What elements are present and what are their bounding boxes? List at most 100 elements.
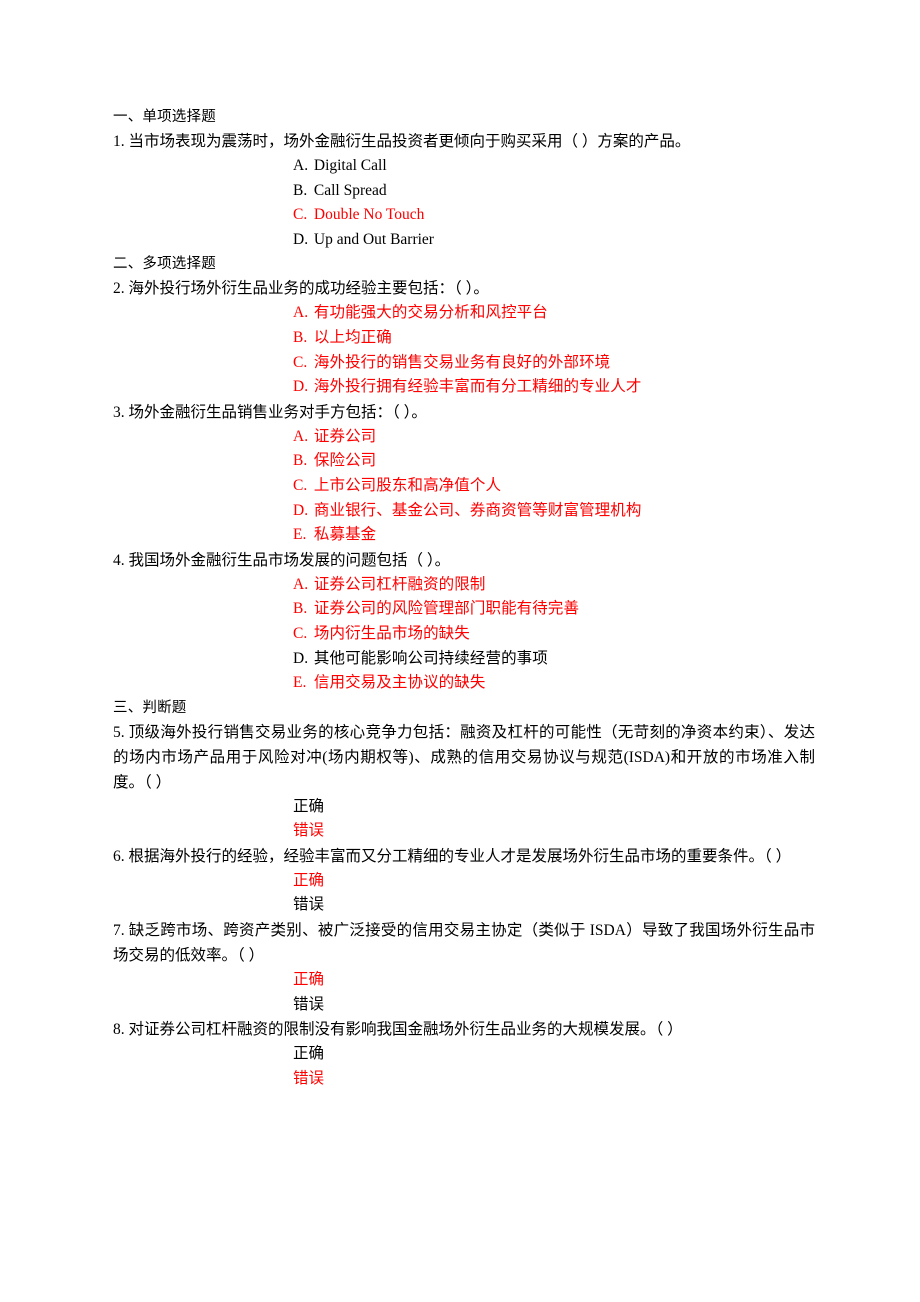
option-list: A. 证券公司 B. 保险公司 C. 上市公司股东和高净值个人 D. 商业银行、基金公… bbox=[113, 425, 815, 548]
option-letter: E. bbox=[293, 526, 307, 544]
option-letter: D. bbox=[293, 378, 309, 396]
option-text: Call Spread bbox=[313, 181, 387, 199]
option-letter: A. bbox=[293, 304, 309, 322]
exam-content: 一、单项选择题 1. 当市场表现为震荡时，场外金融衍生品投资者更倾向于购买采用（ … bbox=[113, 105, 815, 1091]
question-number: 1. bbox=[113, 133, 125, 150]
answer-option[interactable]: C. Double No Touch bbox=[293, 203, 815, 228]
question-number: 3. bbox=[113, 403, 125, 421]
answer-option[interactable]: A. 证券公司 bbox=[293, 425, 815, 450]
option-text: 证券公司 bbox=[313, 427, 377, 445]
question-text: 根据海外投行的经验，经验丰富而又分工精细的专业人才是发展场外衍生品市场的重要条件… bbox=[128, 847, 792, 865]
question-stem: 8. 对证券公司杠杆融资的限制没有影响我国金融场外衍生品业务的大规模发展。（ ） bbox=[113, 1017, 815, 1042]
true-false-option[interactable]: 正确 bbox=[293, 795, 815, 820]
answer-option[interactable]: C. 上市公司股东和高净值个人 bbox=[293, 474, 815, 499]
option-text: 正确 bbox=[293, 797, 325, 815]
question-stem: 2. 海外投行场外衍生品业务的成功经验主要包括：（ ）。 bbox=[113, 276, 815, 301]
question-text: 场外金融衍生品销售业务对手方包括：（ ）。 bbox=[128, 403, 427, 421]
question-text: 缺乏跨市场、跨资产类别、被广泛接受的信用交易主协定（类似于 ISDA）导致了我国… bbox=[113, 922, 815, 965]
question-text: 顶级海外投行销售交易业务的核心竞争力包括：融资及杠杆的可能性（无苛刻的净资本约束… bbox=[113, 723, 815, 791]
answer-option[interactable]: E. 信用交易及主协议的缺失 bbox=[293, 671, 815, 696]
question-number: 8. bbox=[113, 1021, 125, 1039]
answer-option[interactable]: D. Up and Out Barrier bbox=[293, 228, 815, 253]
option-text: 错误 bbox=[293, 995, 325, 1013]
true-false-option[interactable]: 错误 bbox=[293, 1067, 815, 1092]
section-heading: 一、单项选择题 bbox=[113, 109, 216, 125]
option-letter: D. bbox=[293, 501, 309, 519]
option-text: 海外投行的销售交易业务有良好的外部环境 bbox=[313, 353, 611, 371]
option-letter: B. bbox=[293, 600, 308, 618]
true-false-option-list: 正确 错误 bbox=[113, 1042, 815, 1091]
option-letter: E. bbox=[293, 674, 307, 692]
option-letter: C. bbox=[293, 624, 308, 642]
option-letter: A. bbox=[293, 427, 309, 445]
question-number: 7. bbox=[113, 922, 125, 940]
option-text: 有功能强大的交易分析和风控平台 bbox=[313, 304, 548, 322]
answer-option[interactable]: C. 场内衍生品市场的缺失 bbox=[293, 622, 815, 647]
option-text: 海外投行拥有经验丰富而有分工精细的专业人才 bbox=[313, 378, 642, 396]
question-stem: 4. 我国场外金融衍生品市场发展的问题包括（ ）。 bbox=[113, 548, 815, 573]
option-text: 场内衍生品市场的缺失 bbox=[313, 624, 470, 642]
option-text: 证券公司杠杆融资的限制 bbox=[313, 575, 486, 593]
option-letter: C. bbox=[293, 353, 308, 371]
option-letter: B. bbox=[293, 328, 308, 346]
question-stem: 7. 缺乏跨市场、跨资产类别、被广泛接受的信用交易主协定（类似于 ISDA）导致… bbox=[113, 918, 815, 968]
option-text: Up and Out Barrier bbox=[313, 230, 434, 248]
answer-option[interactable]: A. 证券公司杠杆融资的限制 bbox=[293, 573, 815, 598]
answer-option[interactable]: B. 保险公司 bbox=[293, 449, 815, 474]
option-letter: B. bbox=[293, 452, 308, 470]
answer-option[interactable]: D. 商业银行、基金公司、券商资管等财富管理机构 bbox=[293, 499, 815, 524]
option-text: 错误 bbox=[293, 1069, 325, 1087]
section-heading: 二、多项选择题 bbox=[113, 256, 216, 273]
option-text: Double No Touch bbox=[313, 206, 425, 224]
option-text: 证券公司的风险管理部门职能有待完善 bbox=[313, 600, 580, 618]
question-number: 4. bbox=[113, 551, 125, 569]
option-list: A. 有功能强大的交易分析和风控平台 B. 以上均正确 C. 海外投行的销售交易业务… bbox=[113, 301, 815, 399]
true-false-option-list: 正确 错误 bbox=[113, 795, 815, 844]
question-number: 6. bbox=[113, 847, 125, 865]
true-false-option[interactable]: 正确 bbox=[293, 968, 815, 993]
option-text: 私募基金 bbox=[313, 526, 377, 544]
true-false-option-list: 正确 错误 bbox=[113, 968, 815, 1017]
option-text: 正确 bbox=[293, 871, 325, 889]
true-false-option[interactable]: 错误 bbox=[293, 993, 815, 1018]
option-text: 以上均正确 bbox=[313, 328, 392, 346]
true-false-option-list: 正确 错误 bbox=[113, 869, 815, 918]
question-text: 我国场外金融衍生品市场发展的问题包括（ ）。 bbox=[128, 551, 451, 569]
answer-option[interactable]: C. 海外投行的销售交易业务有良好的外部环境 bbox=[293, 351, 815, 376]
true-false-option[interactable]: 错误 bbox=[293, 819, 815, 844]
option-text: Digital Call bbox=[313, 157, 387, 174]
section-heading: 三、判断题 bbox=[113, 699, 187, 716]
question-stem: 3. 场外金融衍生品销售业务对手方包括：（ ）。 bbox=[113, 400, 815, 425]
option-text: 正确 bbox=[293, 1045, 325, 1063]
option-letter: C. bbox=[293, 206, 308, 224]
question-number: 5. bbox=[113, 723, 125, 741]
option-text: 正确 bbox=[293, 971, 325, 989]
true-false-option[interactable]: 正确 bbox=[293, 1042, 815, 1067]
option-letter: A. bbox=[293, 157, 309, 174]
option-text: 上市公司股东和高净值个人 bbox=[313, 476, 502, 494]
true-false-option[interactable]: 错误 bbox=[293, 893, 815, 918]
question-stem: 1. 当市场表现为震荡时，场外金融衍生品投资者更倾向于购买采用（ ）方案的产品。 bbox=[113, 129, 815, 154]
answer-option[interactable]: A. Digital Call bbox=[293, 154, 815, 179]
answer-option[interactable]: A. 有功能强大的交易分析和风控平台 bbox=[293, 301, 815, 326]
option-text: 保险公司 bbox=[313, 452, 377, 470]
true-false-option[interactable]: 正确 bbox=[293, 869, 815, 894]
option-text: 信用交易及主协议的缺失 bbox=[313, 674, 486, 692]
answer-option[interactable]: B. 证券公司的风险管理部门职能有待完善 bbox=[293, 597, 815, 622]
answer-option[interactable]: B. Call Spread bbox=[293, 179, 815, 204]
document-page: 一、单项选择题 1. 当市场表现为震荡时，场外金融衍生品投资者更倾向于购买采用（ … bbox=[0, 0, 920, 1302]
answer-option[interactable]: B. 以上均正确 bbox=[293, 326, 815, 351]
option-letter: C. bbox=[293, 476, 308, 494]
answer-option[interactable]: D. 海外投行拥有经验丰富而有分工精细的专业人才 bbox=[293, 375, 815, 400]
option-letter: D. bbox=[293, 649, 309, 667]
question-number: 2. bbox=[113, 280, 125, 298]
option-text: 错误 bbox=[293, 896, 325, 914]
answer-option[interactable]: D. 其他可能影响公司持续经营的事项 bbox=[293, 647, 815, 672]
option-list: A. Digital Call B. Call Spread C. Double N… bbox=[113, 154, 815, 252]
option-letter: B. bbox=[293, 181, 308, 199]
question-text: 海外投行场外衍生品业务的成功经验主要包括：（ ）。 bbox=[128, 280, 489, 298]
question-stem: 6. 根据海外投行的经验，经验丰富而又分工精细的专业人才是发展场外衍生品市场的重… bbox=[113, 844, 815, 869]
option-text: 错误 bbox=[293, 822, 325, 840]
answer-option[interactable]: E. 私募基金 bbox=[293, 523, 815, 548]
question-text: 对证券公司杠杆融资的限制没有影响我国金融场外衍生品业务的大规模发展。（ ） bbox=[128, 1021, 683, 1039]
